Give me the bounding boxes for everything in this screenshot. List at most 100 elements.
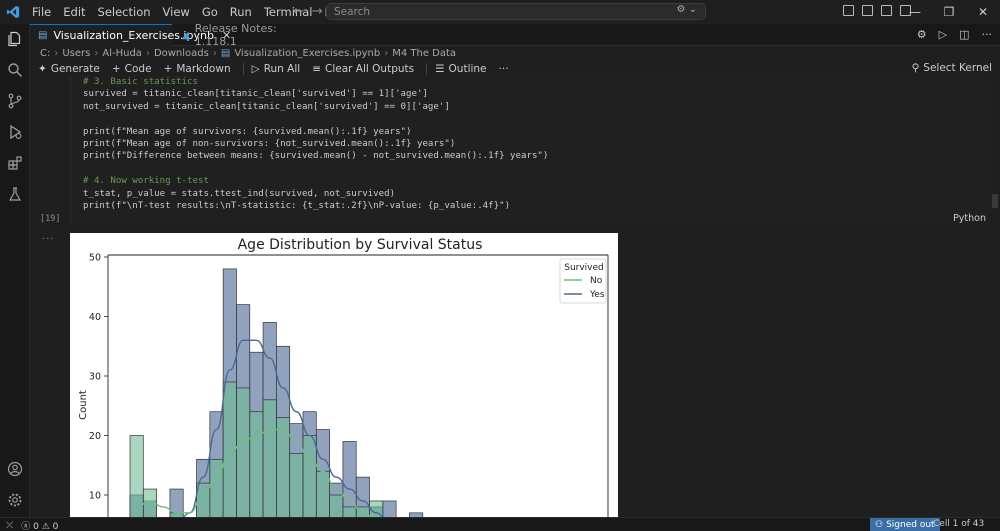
- remote-icon[interactable]: ⤫: [6, 521, 13, 531]
- breadcrumb-item[interactable]: Users: [62, 48, 90, 59]
- signed-out-badge[interactable]: ⚇ Signed out: [870, 518, 940, 531]
- generate-button[interactable]: ✦ Generate: [38, 63, 100, 75]
- select-kernel-button[interactable]: ⚲ Select Kernel: [912, 62, 992, 74]
- source-control-icon[interactable]: [6, 92, 24, 110]
- cell-output-chart: Age Distribution by Survival Status Coun…: [70, 233, 618, 517]
- settings-gear-icon[interactable]: ⚙: [917, 28, 927, 41]
- y-tick-label: 50: [89, 253, 101, 264]
- command-search-box[interactable]: Search ⚙ ⌄: [326, 3, 706, 20]
- code-cell-editor[interactable]: # 3. Basic statistics survived = titanic…: [70, 76, 990, 226]
- vscode-logo-icon: [2, 0, 24, 24]
- y-axis-label: Count: [78, 390, 89, 420]
- code-line: t_stat, p_value = stats.ttest_ind(surviv…: [83, 188, 396, 199]
- account-small-icon: ⚇: [875, 519, 884, 530]
- menu-view[interactable]: View: [157, 0, 196, 24]
- more-toolbar-button[interactable]: ···: [499, 63, 509, 75]
- bar-no: [382, 500, 397, 517]
- error-count: 0: [33, 522, 39, 531]
- bar-yes: [355, 506, 370, 517]
- run-all-label: Run All: [263, 63, 301, 75]
- tab-label: Release Notes: 1.118.1: [194, 22, 277, 48]
- code-line: # 3. Basic statistics: [83, 77, 198, 87]
- breadcrumb-item[interactable]: Visualization_Exercises.ipynb: [234, 48, 380, 59]
- bar-yes: [329, 494, 344, 517]
- clear-outputs-label: Clear All Outputs: [325, 63, 415, 75]
- tab-release-notes[interactable]: ◢ Release Notes: 1.118.1: [173, 22, 305, 48]
- cell-language-label[interactable]: Python: [953, 213, 986, 224]
- editor-tab-bar: ▤ Visualization_Exercises.ipynb ✕ ◢ Rele…: [30, 22, 1000, 48]
- clear-outputs-button[interactable]: ≡ Clear All Outputs: [312, 63, 414, 75]
- bar-no: [342, 441, 357, 517]
- sparkle-icon: ✦: [38, 63, 47, 75]
- add-markdown-button[interactable]: + Markdown: [164, 63, 231, 75]
- manage-gear-icon[interactable]: [6, 491, 24, 509]
- warning-count: 0: [52, 522, 59, 531]
- toolbar-divider: [426, 63, 428, 75]
- search-icon[interactable]: [6, 61, 24, 79]
- output-more-icon[interactable]: ...: [42, 231, 55, 242]
- add-code-button[interactable]: + Code: [112, 63, 152, 75]
- y-tick-label: 40: [89, 312, 101, 323]
- code-line: not_survived = titanic_clean[titanic_cle…: [83, 101, 450, 112]
- notebook-toolbar: ✦ Generate + Code + Markdown ▷ Run All ≡ Clea…: [30, 61, 1000, 77]
- more-label: ···: [498, 63, 509, 75]
- extensions-icon[interactable]: [6, 154, 24, 172]
- bar-yes: [262, 399, 277, 517]
- window-controls: — ❐ ✕: [898, 0, 1000, 24]
- chart-title: Age Distribution by Survival Status: [238, 237, 483, 253]
- account-icon[interactable]: [6, 460, 24, 478]
- toggle-sidebar-icon[interactable]: [843, 5, 854, 16]
- close-window-icon[interactable]: ✕: [966, 0, 1000, 24]
- more-actions-icon[interactable]: ···: [982, 28, 993, 41]
- menu-file[interactable]: File: [26, 0, 57, 24]
- back-arrow-icon[interactable]: ←: [293, 4, 304, 19]
- split-editor-icon[interactable]: ◫: [959, 28, 969, 41]
- select-kernel-label: Select Kernel: [923, 62, 992, 74]
- outline-button[interactable]: ☰ Outline: [435, 63, 486, 75]
- y-tick-label: 20: [89, 431, 101, 442]
- testing-flask-icon[interactable]: [6, 185, 24, 203]
- toggle-secondary-sidebar-icon[interactable]: [881, 5, 892, 16]
- cell-position-indicator[interactable]: Cell 1 of 43: [933, 519, 984, 529]
- tab-visualization-notebook[interactable]: ▤ Visualization_Exercises.ipynb ✕: [30, 24, 231, 46]
- menu-edit[interactable]: Edit: [57, 0, 91, 24]
- scrollbar-thumb[interactable]: [992, 194, 998, 208]
- vscode-file-icon: ◢: [181, 29, 189, 41]
- menu-selection[interactable]: Selection: [92, 0, 157, 24]
- breadcrumb-item[interactable]: M4 The Data: [392, 48, 456, 59]
- chevron-right-icon: ›: [212, 48, 217, 59]
- restore-icon[interactable]: ❐: [932, 0, 966, 24]
- run-all-button[interactable]: ▷ Run All: [252, 63, 301, 75]
- copilot-icon[interactable]: ⚙ ⌄: [676, 4, 697, 15]
- notebook-file-icon: ▤: [38, 30, 48, 41]
- breadcrumb-item[interactable]: Al-Huda: [102, 48, 142, 59]
- generate-label: Generate: [50, 63, 100, 75]
- search-placeholder: Search: [334, 5, 371, 18]
- forward-arrow-icon[interactable]: →: [312, 4, 323, 19]
- explorer-icon[interactable]: [6, 30, 24, 48]
- status-left: ⤫ ⓧ 0 ⚠ 0: [6, 519, 58, 531]
- title-bar: File Edit Selection View Go Run Terminal…: [0, 0, 1000, 24]
- breadcrumb: C: › Users › Al-Huda › Downloads › ▤ Visuali…: [30, 46, 1000, 61]
- code-content[interactable]: # 3. Basic statistics survived = titanic…: [83, 76, 548, 212]
- toolbar-divider: [242, 63, 244, 75]
- minimize-icon[interactable]: —: [898, 0, 932, 24]
- breadcrumb-item[interactable]: Downloads: [154, 48, 209, 59]
- breadcrumb-item[interactable]: C:: [40, 48, 50, 59]
- y-tick-label: 10: [89, 491, 101, 502]
- status-bar: ⤫ ⓧ 0 ⚠ 0 ⚇ Signed out Cell 1 of 43: [0, 517, 1000, 531]
- bar-yes: [342, 506, 357, 517]
- menu-run[interactable]: Run: [224, 0, 258, 24]
- code-label: Code: [124, 63, 152, 75]
- code-line: survived = titanic_clean[titanic_clean['…: [83, 89, 428, 100]
- toggle-panel-icon[interactable]: [862, 5, 873, 16]
- bar-yes: [302, 435, 317, 517]
- problems-indicator[interactable]: ⓧ 0 ⚠ 0: [21, 519, 58, 531]
- menu-go[interactable]: Go: [196, 0, 224, 24]
- run-debug-icon[interactable]: [6, 123, 24, 141]
- bar-yes: [289, 453, 304, 517]
- run-icon[interactable]: ▷: [939, 28, 947, 41]
- nav-arrows: ← →: [293, 4, 323, 19]
- legend-no-label: No: [590, 276, 603, 286]
- plus-icon: +: [163, 63, 173, 75]
